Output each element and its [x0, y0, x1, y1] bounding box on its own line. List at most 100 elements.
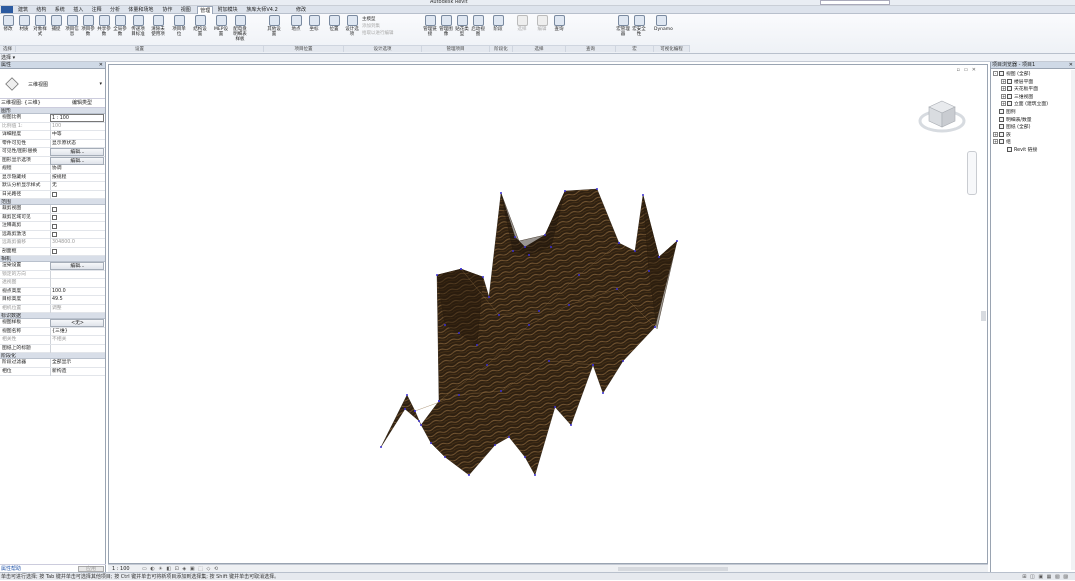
design-option-item[interactable]: 添加到集: [362, 23, 380, 29]
property-checkbox[interactable]: [52, 215, 57, 220]
terrain-vertex[interactable]: [458, 394, 460, 396]
terrain-vertex[interactable]: [476, 344, 478, 346]
browser-node[interactable]: 图例: [991, 108, 1075, 117]
terrain-vertex[interactable]: [494, 444, 496, 446]
terrain-vertex[interactable]: [460, 268, 462, 270]
3d-viewport[interactable]: ▫ ▭ ✕: [108, 64, 988, 564]
browser-node[interactable]: 明细表/数量: [991, 116, 1075, 125]
ribbon-panel-label[interactable]: 选择: [0, 45, 16, 52]
tab-8[interactable]: 视图: [179, 6, 193, 14]
design-option-item[interactable]: 主模型: [362, 16, 376, 22]
expand-icon[interactable]: +: [1001, 93, 1006, 99]
terrain-vertex[interactable]: [524, 456, 526, 458]
type-selector[interactable]: 三维视图 ▾: [0, 69, 105, 99]
edit-button[interactable]: 编辑: [535, 15, 549, 45]
property-value[interactable]: 显示原状态: [50, 139, 104, 148]
tab-3[interactable]: 插入: [71, 6, 85, 14]
terrain-vertex[interactable]: [420, 424, 422, 426]
terrain-vertex[interactable]: [500, 390, 502, 392]
terrain-surface[interactable]: [109, 65, 989, 565]
tab-9[interactable]: 管理: [197, 6, 214, 14]
terrain-vertex[interactable]: [406, 394, 408, 396]
property-value[interactable]: [50, 205, 104, 213]
terrain-vertex[interactable]: [658, 256, 660, 258]
app-menu-button[interactable]: [1, 6, 13, 13]
manage-links-button[interactable]: 管理链接: [423, 15, 437, 45]
tab-12[interactable]: 修改: [294, 6, 308, 14]
terrain-vertex[interactable]: [380, 446, 382, 448]
structural-settings-button[interactable]: 结构设置: [193, 15, 207, 45]
expand-icon[interactable]: +: [1001, 86, 1006, 92]
browser-node[interactable]: 图纸 (全部): [991, 124, 1075, 132]
property-checkbox[interactable]: [52, 249, 57, 254]
ribbon-panel-label[interactable]: 设计选项: [344, 45, 422, 52]
tab-10[interactable]: 附加模块: [216, 6, 240, 14]
terrain-vertex[interactable]: [500, 192, 502, 194]
terrain-vertex[interactable]: [514, 236, 516, 238]
property-value[interactable]: {三维}: [50, 327, 104, 336]
terrain-vertex[interactable]: [508, 436, 510, 438]
ribbon-panel-label[interactable]: 可视化编程: [654, 45, 690, 52]
inquiry-button[interactable]: 查询: [552, 15, 566, 45]
property-value[interactable]: 编辑...: [50, 148, 104, 156]
property-value[interactable]: [50, 230, 104, 239]
chevron-down-icon[interactable]: ▾: [99, 81, 102, 87]
material-button[interactable]: 材质: [17, 15, 31, 45]
ribbon-panel-label[interactable]: 管理项目: [422, 45, 490, 52]
transfer-standards-button[interactable]: 传递项目标准: [131, 15, 145, 45]
terrain-vertex[interactable]: [468, 474, 470, 476]
tab-6[interactable]: 体量和场地: [126, 6, 155, 14]
design-options-button[interactable]: 设计选项: [345, 15, 359, 45]
terrain-vertex[interactable]: [482, 276, 484, 278]
terrain-face[interactable]: [380, 188, 678, 476]
panel-schedule-button[interactable]: 配电盘明细表样板: [233, 15, 247, 45]
terrain-vertex[interactable]: [568, 304, 570, 306]
terrain-vertex[interactable]: [676, 240, 678, 242]
property-value[interactable]: 编辑...: [50, 262, 104, 270]
terrain-vertex[interactable]: [430, 442, 432, 444]
terrain-vertex[interactable]: [528, 324, 530, 326]
terrain-vertex[interactable]: [544, 234, 546, 236]
property-value[interactable]: [50, 344, 104, 353]
horizontal-scrollbar[interactable]: [618, 567, 728, 571]
property-value[interactable]: [50, 213, 104, 222]
edit-type-button[interactable]: 编辑类型: [72, 99, 92, 108]
selection-button[interactable]: 选择: [515, 15, 529, 45]
macro-security-button[interactable]: 宏安全性: [632, 15, 646, 45]
coordinates-button[interactable]: 坐标: [307, 15, 321, 45]
expand-icon[interactable]: +: [1001, 78, 1006, 84]
property-checkbox[interactable]: [52, 206, 57, 212]
ribbon-panel-label[interactable]: 查询: [566, 45, 616, 52]
terrain-vertex[interactable]: [654, 326, 656, 328]
terrain-vertex[interactable]: [592, 364, 594, 366]
tab-11[interactable]: 族库大师V4.2: [244, 6, 279, 14]
units-button[interactable]: 项目单位: [172, 15, 186, 45]
property-value[interactable]: 49.5: [50, 296, 104, 304]
property-value[interactable]: 新构造: [50, 367, 104, 376]
collapse-icon[interactable]: -: [993, 71, 998, 76]
terrain-vertex[interactable]: [616, 288, 618, 290]
cursor-button[interactable]: 修改: [1, 15, 15, 45]
close-icon[interactable]: ✕: [1069, 62, 1073, 69]
global-params-button[interactable]: 全局参数: [113, 15, 127, 45]
select-dropdown[interactable]: 选择 ▾: [1, 54, 15, 62]
close-icon[interactable]: ✕: [99, 62, 103, 69]
property-value[interactable]: 无: [50, 182, 104, 190]
property-checkbox[interactable]: [52, 192, 57, 197]
browser-node[interactable]: - 视图 (全部): [991, 71, 1075, 79]
terrain-vertex[interactable]: [602, 392, 604, 394]
object-styles-button[interactable]: 对象样式: [33, 15, 47, 45]
ribbon-panel-label[interactable]: 阶段化: [490, 45, 513, 52]
property-value[interactable]: <无>: [50, 319, 104, 327]
globe-button[interactable]: 地点: [289, 15, 303, 45]
property-value[interactable]: [50, 222, 104, 230]
property-checkbox[interactable]: [52, 223, 57, 229]
browser-node[interactable]: + 楼层平面: [991, 78, 1075, 87]
expand-icon[interactable]: +: [993, 139, 998, 145]
terrain-vertex[interactable]: [488, 296, 490, 298]
terrain-vertex[interactable]: [642, 194, 644, 196]
terrain-vertex[interactable]: [486, 364, 488, 366]
terrain-vertex[interactable]: [436, 274, 438, 276]
browser-node[interactable]: + 立面 (建筑立面): [991, 101, 1075, 109]
wrench-button[interactable]: 其他设置: [267, 15, 281, 45]
